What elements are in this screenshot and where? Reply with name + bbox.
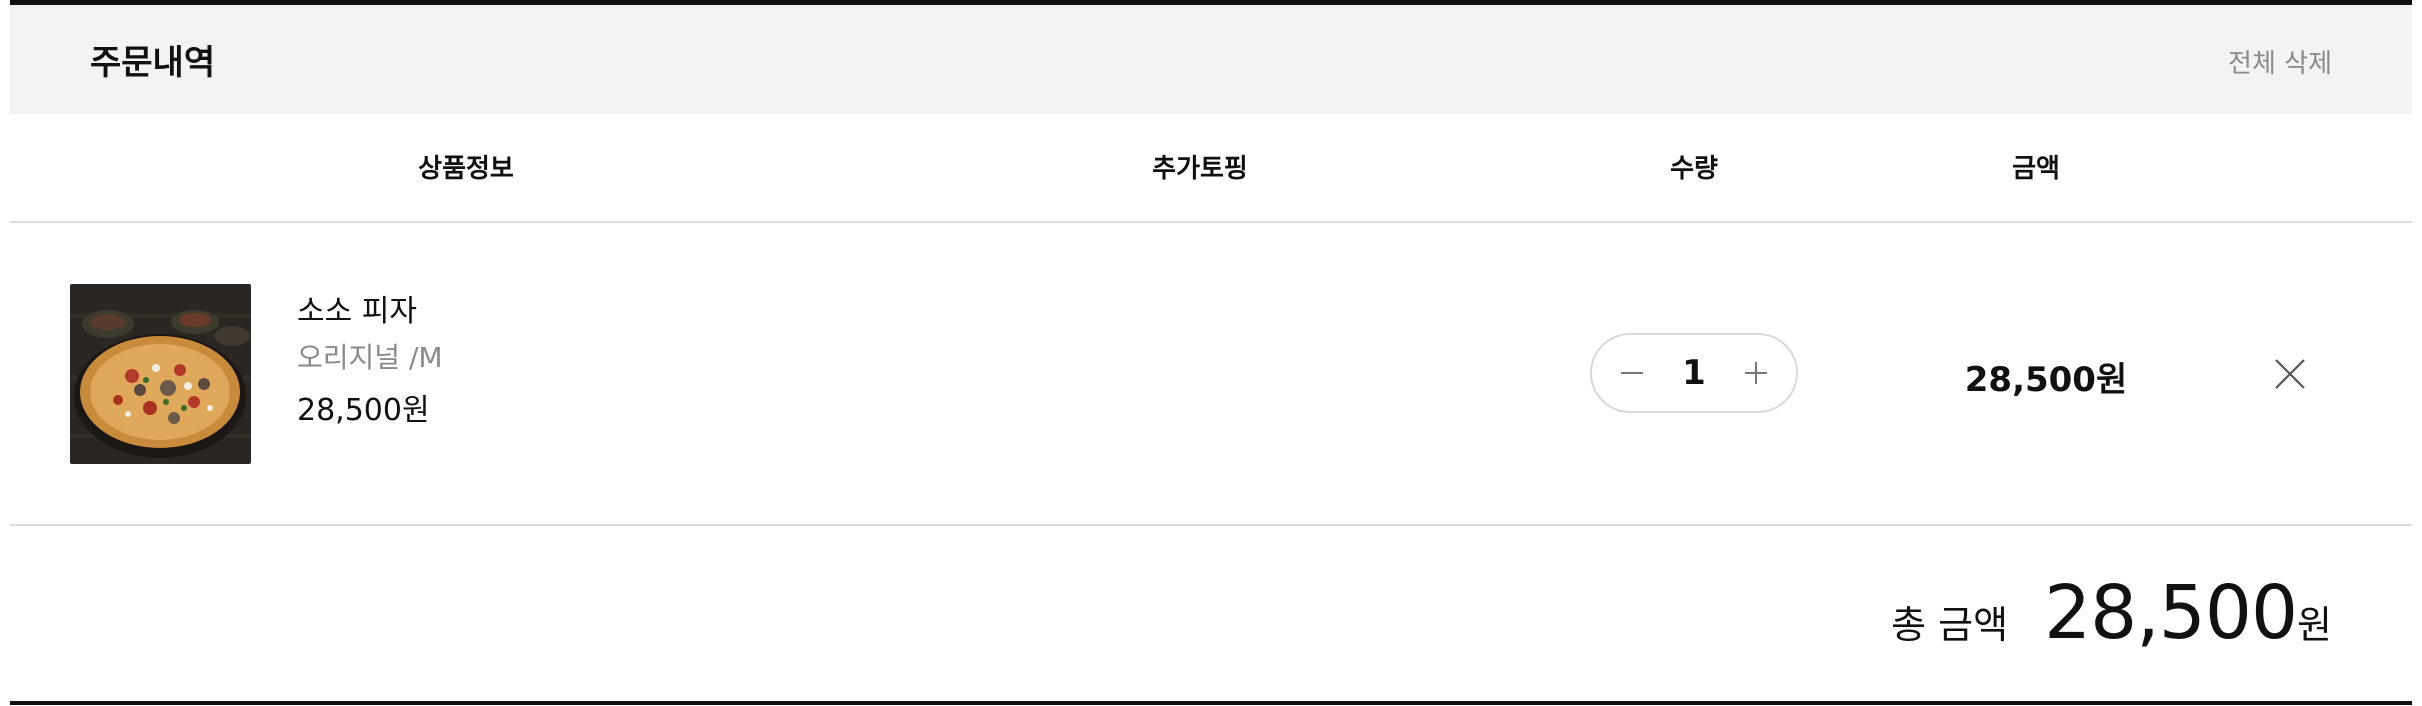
minus-icon [1621, 372, 1643, 374]
increase-quantity-button[interactable] [1726, 335, 1786, 411]
quantity-stepper: 1 [1590, 333, 1798, 413]
row-divider [10, 524, 2412, 526]
order-title: 주문내역 [90, 43, 216, 83]
header-divider [10, 221, 2412, 223]
remove-item-button[interactable] [2270, 354, 2310, 394]
close-icon [2275, 359, 2305, 389]
pizza-image [70, 284, 251, 464]
column-extra-topping: 추가토핑 [1152, 154, 1248, 184]
total-label: 총 금액 [1891, 603, 2009, 647]
order-panel: 주문내역 전체 삭제 상품정보 추가토핑 수량 금액 소소 피자 오리지널 /M… [10, 0, 2412, 706]
order-total: 총 금액 28,500원 [1891, 570, 2332, 656]
plus-icon [1745, 362, 1767, 384]
item-amount: 28,500원 [1964, 360, 2128, 400]
column-product-info: 상품정보 [418, 154, 514, 184]
delete-all-button[interactable]: 전체 삭제 [2228, 43, 2332, 80]
order-header: 주문내역 전체 삭제 [10, 5, 2412, 114]
bottom-divider [10, 701, 2412, 705]
quantity-value: 1 [1682, 353, 1706, 393]
column-amount: 금액 [2012, 154, 2060, 184]
total-amount: 28,500 [2044, 570, 2298, 656]
column-quantity: 수량 [1670, 154, 1718, 184]
total-unit: 원 [2297, 603, 2332, 647]
product-option: 오리지널 /M [297, 341, 443, 374]
product-name: 소소 피자 [297, 294, 417, 329]
product-price: 28,500원 [297, 393, 430, 428]
